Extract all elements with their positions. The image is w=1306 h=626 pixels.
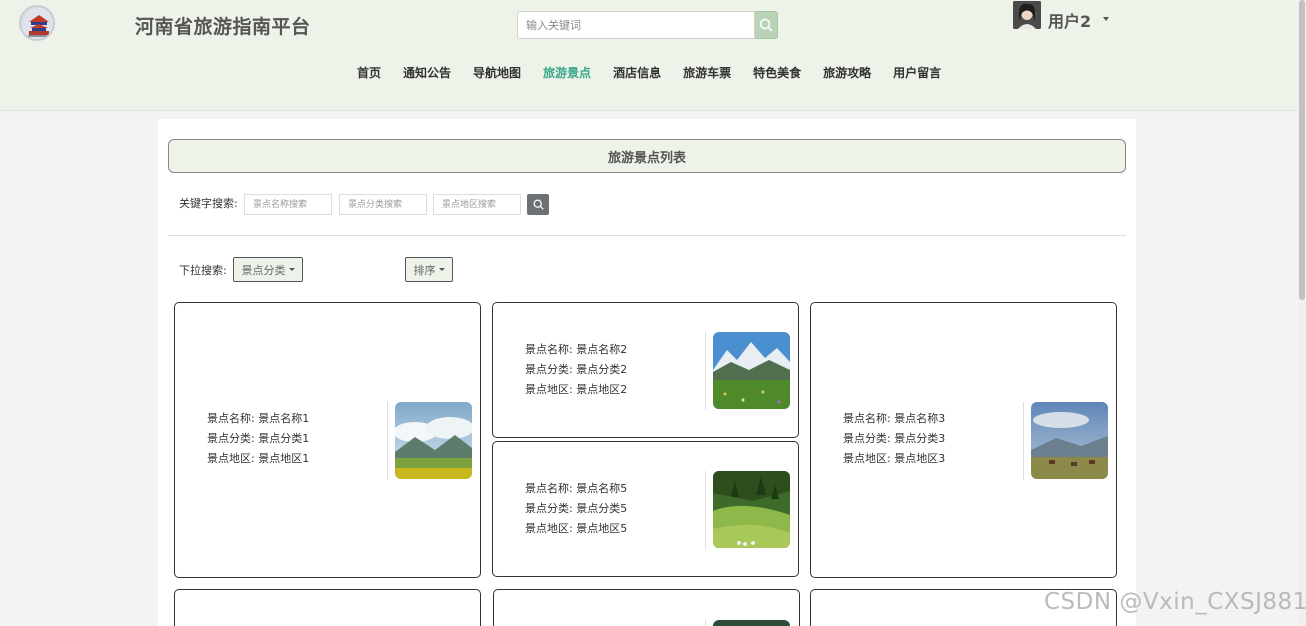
nav-item[interactable]: 旅游景点	[543, 64, 591, 81]
name-label: 景点名称:	[207, 412, 255, 425]
user-avatar[interactable]	[1013, 1, 1041, 29]
region-label: 景点地区:	[207, 452, 255, 465]
site-logo[interactable]	[19, 5, 55, 41]
nav-item[interactable]: 旅游攻略	[823, 64, 871, 81]
card-separator	[387, 402, 388, 480]
card-separator	[705, 332, 706, 410]
scrollbar-thumb[interactable]	[1299, 0, 1305, 300]
attraction-image[interactable]	[1031, 402, 1108, 479]
attraction-card[interactable]: 景点名称: 景点名称3 景点分类: 景点分类3 景点地区: 景点地区3	[810, 302, 1117, 578]
section-divider	[168, 235, 1126, 236]
attraction-name: 景点名称1	[258, 412, 310, 425]
name-label: 景点名称:	[843, 412, 891, 425]
attraction-category: 景点分类2	[576, 363, 628, 376]
nav-item[interactable]: 酒店信息	[613, 64, 661, 81]
attraction-image[interactable]	[713, 332, 790, 409]
attraction-card[interactable]: 景点名称: 景点名称5 景点分类: 景点分类5 景点地区: 景点地区5	[492, 441, 799, 577]
attraction-category: 景点分类1	[258, 432, 310, 445]
attraction-region: 景点地区3	[894, 452, 946, 465]
attraction-info: 景点名称: 景点名称3 景点分类: 景点分类3 景点地区: 景点地区3	[843, 409, 945, 469]
attraction-card[interactable]	[174, 589, 481, 626]
header-search-button[interactable]	[755, 11, 778, 39]
region-label: 景点地区:	[525, 383, 573, 396]
top-header: 河南省旅游指南平台 用户2 首页 通知公告 导航地图 旅游景点 酒店信息 旅游车票 特色美食…	[0, 0, 1298, 111]
category-dropdown-button[interactable]: 景点分类	[233, 257, 303, 282]
header-search-input[interactable]	[517, 11, 755, 39]
dropdown-search-label: 下拉搜索:	[179, 264, 227, 277]
nav-item[interactable]: 通知公告	[403, 64, 451, 81]
attraction-card[interactable]: 景点名称: 景点名称1 景点分类: 景点分类1 景点地区: 景点地区1	[174, 302, 481, 578]
attraction-image[interactable]	[395, 402, 472, 479]
attraction-region-search-input[interactable]	[433, 194, 521, 215]
card-separator	[705, 471, 706, 549]
site-title: 河南省旅游指南平台	[135, 16, 311, 38]
search-icon	[533, 199, 544, 210]
nav-item[interactable]: 首页	[357, 64, 381, 81]
card-separator	[705, 620, 706, 626]
attraction-category: 景点分类5	[576, 502, 628, 515]
category-dropdown-label: 景点分类	[241, 263, 286, 277]
nav-item[interactable]: 特色美食	[753, 64, 801, 81]
search-icon	[759, 18, 773, 32]
region-label: 景点地区:	[843, 452, 891, 465]
user-menu-caret-icon[interactable]	[1103, 17, 1109, 21]
attraction-category: 景点分类3	[894, 432, 946, 445]
user-name[interactable]: 用户2	[1048, 8, 1091, 32]
attraction-info: 景点名称: 景点名称5 景点分类: 景点分类5 景点地区: 景点地区5	[525, 479, 627, 539]
attraction-image[interactable]	[713, 471, 790, 548]
name-label: 景点名称:	[525, 482, 573, 495]
attraction-info: 景点名称: 景点名称1 景点分类: 景点分类1 景点地区: 景点地区1	[207, 409, 309, 469]
page-scrollbar[interactable]	[1298, 0, 1306, 626]
attraction-name: 景点名称5	[576, 482, 628, 495]
name-label: 景点名称:	[525, 343, 573, 356]
attraction-card[interactable]	[493, 589, 800, 626]
category-label: 景点分类:	[843, 432, 891, 445]
nav-item[interactable]: 用户留言	[893, 64, 941, 81]
chevron-down-icon	[288, 268, 295, 271]
attraction-info: 景点名称: 景点名称2 景点分类: 景点分类2 景点地区: 景点地区2	[525, 340, 627, 400]
region-label: 景点地区:	[525, 522, 573, 535]
keyword-search-button[interactable]	[527, 194, 549, 215]
category-label: 景点分类:	[207, 432, 255, 445]
sort-dropdown-label: 排序	[413, 263, 436, 277]
attraction-name-search-input[interactable]	[244, 194, 332, 215]
attraction-name: 景点名称2	[576, 343, 628, 356]
main-nav: 首页 通知公告 导航地图 旅游景点 酒店信息 旅游车票 特色美食 旅游攻略 用户留言	[357, 64, 963, 81]
attraction-image[interactable]	[713, 620, 790, 626]
watermark-text: CSDN @Vxin_CXSJ881	[1044, 589, 1306, 615]
attraction-name: 景点名称3	[894, 412, 946, 425]
list-title: 旅游景点列表	[168, 139, 1126, 173]
nav-item[interactable]: 旅游车票	[683, 64, 731, 81]
keyword-search-label: 关键字搜索:	[179, 197, 238, 210]
nav-item[interactable]: 导航地图	[473, 64, 521, 81]
card-separator	[1023, 402, 1024, 480]
attraction-card[interactable]: 景点名称: 景点名称2 景点分类: 景点分类2 景点地区: 景点地区2	[492, 302, 799, 438]
attraction-region: 景点地区5	[576, 522, 628, 535]
attraction-region: 景点地区2	[576, 383, 628, 396]
category-label: 景点分类:	[525, 363, 573, 376]
attraction-category-search-input[interactable]	[339, 194, 427, 215]
sort-dropdown-button[interactable]: 排序	[405, 257, 453, 282]
category-label: 景点分类:	[525, 502, 573, 515]
chevron-down-icon	[438, 268, 445, 271]
attraction-region: 景点地区1	[258, 452, 310, 465]
